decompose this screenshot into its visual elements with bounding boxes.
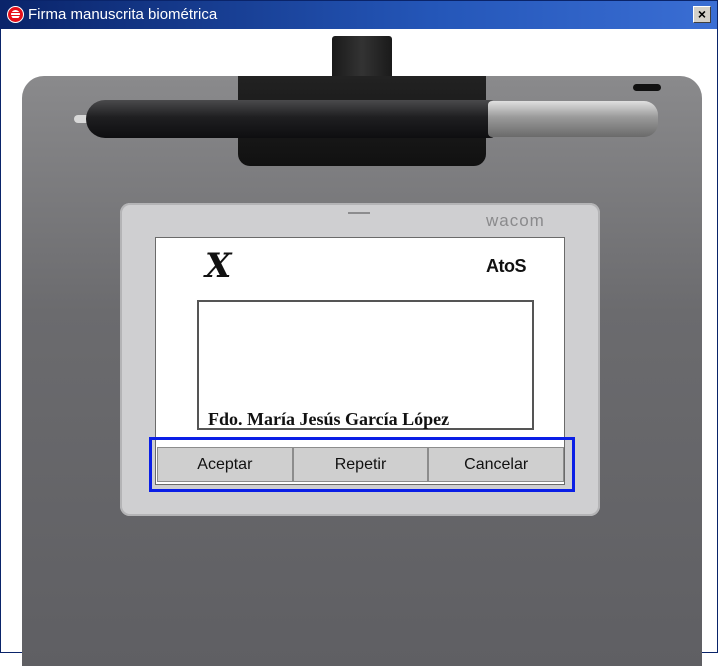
- bezel-slot: [348, 212, 370, 214]
- window-title: Firma manuscrita biométrica: [28, 6, 218, 23]
- title-bar: Firma manuscrita biométrica ×: [1, 1, 717, 29]
- pen-cap: [488, 101, 658, 137]
- left-logo: X: [205, 246, 232, 286]
- brand-logo: wacom: [486, 211, 545, 230]
- action-highlight: [149, 437, 575, 492]
- close-button[interactable]: ×: [693, 6, 711, 23]
- stylus-pen: [86, 100, 496, 138]
- atos-logo: AtoS: [486, 256, 527, 276]
- signer-label: Fdo. María Jesús García López: [208, 409, 450, 429]
- status-led: [633, 84, 661, 91]
- app-icon: [7, 6, 24, 23]
